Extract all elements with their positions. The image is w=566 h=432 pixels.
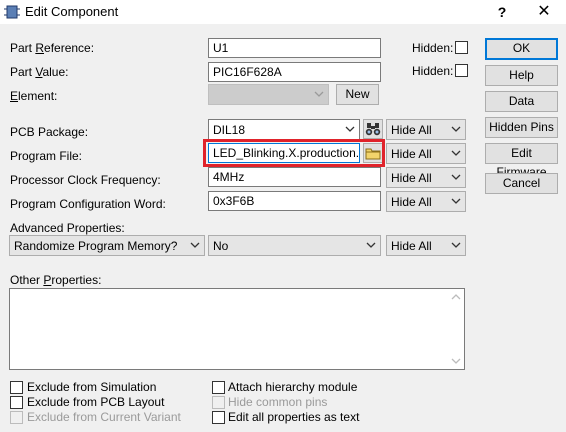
clock-frequency-input[interactable]: 4MHz [208,167,381,187]
data-button[interactable]: Data [485,91,558,112]
pcb-package-label: PCB Package: [10,125,89,139]
other-properties-label: Other Properties: [10,273,102,287]
config-word-label: Program Configuration Word: [10,197,166,211]
part-value-label: Part Value: [10,65,69,79]
exclude-pcb-label: Exclude from PCB Layout [27,395,165,409]
chevron-down-icon [451,198,461,204]
other-properties-textarea[interactable] [9,288,465,370]
hidden-pins-button[interactable]: Hidden Pins [485,117,558,138]
program-file-label: Program File: [10,149,83,163]
title-bar: Edit Component ? ✕ [0,0,566,24]
pcb-package-combo[interactable]: DIL18 [208,119,360,140]
element-combo[interactable] [208,84,329,105]
hidden-checkbox-reference[interactable] [455,41,468,54]
binoculars-icon [365,123,381,136]
chevron-down-icon [345,126,355,132]
exclude-variant-checkbox [10,411,23,424]
exclude-pcb-checkbox[interactable] [10,396,23,409]
advanced-property-combo[interactable]: Randomize Program Memory? [9,235,205,256]
pcb-package-visibility[interactable]: Hide All [386,119,466,140]
config-word-input[interactable]: 0x3F6B [208,191,381,211]
advanced-value-combo[interactable]: No [208,235,381,256]
exclude-variant-label: Exclude from Current Variant [27,410,181,424]
cancel-button[interactable]: Cancel [485,173,558,194]
attach-hierarchy-label: Attach hierarchy module [228,380,358,394]
config-word-visibility[interactable]: Hide All [386,191,466,212]
advanced-properties-label: Advanced Properties: [10,221,125,235]
program-file-highlight [203,139,385,167]
hide-common-pins-checkbox [212,396,225,409]
chevron-down-icon [314,91,324,97]
element-label: Element: [10,89,58,103]
hidden-checkbox-value[interactable] [455,64,468,77]
help-title-button[interactable]: ? [486,0,518,24]
chevron-down-icon [190,242,200,248]
edit-firmware-button[interactable]: Edit Firmware [485,143,558,179]
part-reference-input[interactable]: U1 [208,38,381,58]
window-title: Edit Component [25,4,119,19]
edit-component-dialog: Edit Component ? ✕ Part Reference: U1 Hi… [0,0,566,432]
chevron-down-icon [451,242,461,248]
clock-frequency-label: Processor Clock Frequency: [10,173,161,187]
ok-button[interactable]: OK [485,38,558,60]
chevron-down-icon [451,174,461,180]
program-file-visibility[interactable]: Hide All [386,143,466,164]
part-value-input[interactable]: PIC16F628A [208,62,381,82]
chevron-down-icon [451,150,461,156]
hidden-label-reference: Hidden: [412,41,454,55]
scroll-up-icon[interactable] [448,289,464,305]
clock-frequency-visibility[interactable]: Hide All [386,167,466,188]
advanced-visibility[interactable]: Hide All [386,235,466,256]
attach-hierarchy-checkbox[interactable] [212,381,225,394]
part-reference-label: Part Reference: [10,41,95,55]
hidden-label-value: Hidden: [412,64,454,78]
new-element-button[interactable]: New [336,84,379,105]
help-button[interactable]: Help [485,65,558,86]
chevron-down-icon [366,242,376,248]
chevron-down-icon [451,126,461,132]
edit-all-text-checkbox[interactable] [212,411,225,424]
close-button[interactable]: ✕ [528,0,560,24]
hide-common-pins-label: Hide common pins [228,395,328,409]
exclude-simulation-checkbox[interactable] [10,381,23,394]
scroll-down-icon[interactable] [448,353,464,369]
package-browse-button[interactable] [363,119,383,139]
exclude-simulation-label: Exclude from Simulation [27,380,157,394]
component-icon [4,5,20,19]
edit-all-text-label: Edit all properties as text [228,410,360,424]
